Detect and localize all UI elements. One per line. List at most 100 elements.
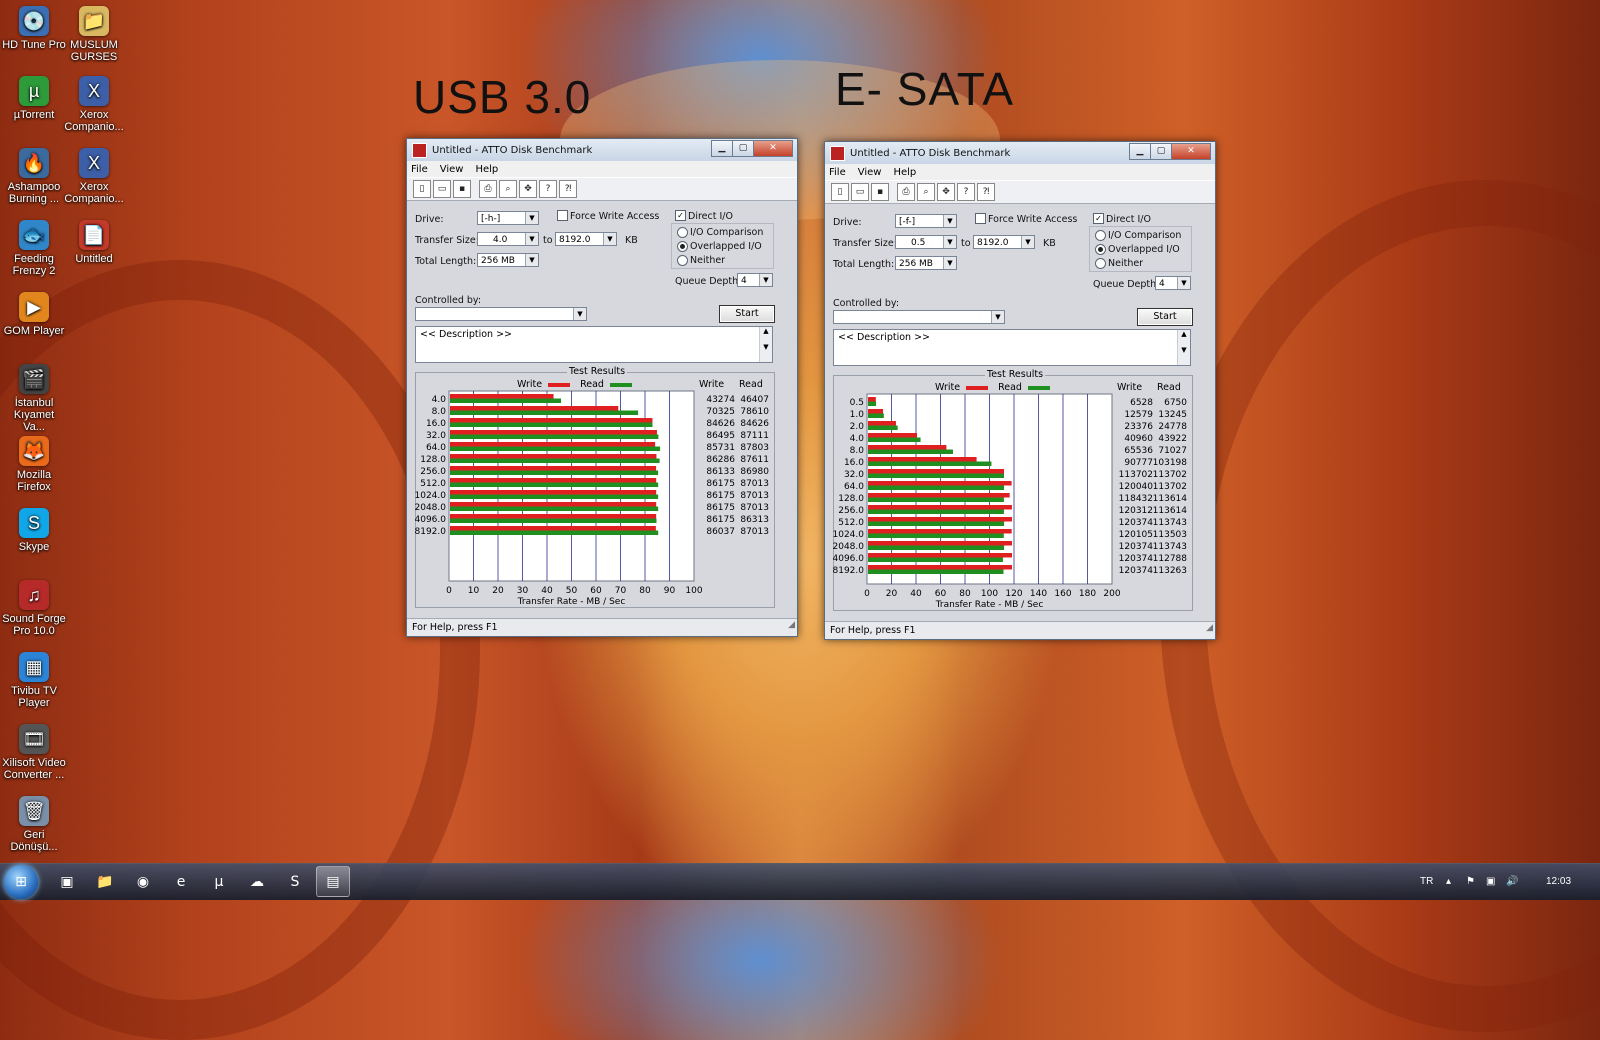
taskbar-skype-icon[interactable]: S bbox=[278, 866, 312, 897]
total-length-select[interactable]: 256 MB ▼ bbox=[477, 253, 539, 267]
start-button[interactable]: Start bbox=[719, 305, 775, 323]
save-icon[interactable]: ▪ bbox=[871, 183, 889, 201]
atto-window[interactable]: Untitled - ATTO Disk Benchmark ▁ ▢ ✕ Fil… bbox=[824, 141, 1216, 640]
desktop-icon[interactable]: ▶ GOM Player bbox=[2, 292, 66, 337]
print-preview-icon[interactable]: ⌕ bbox=[499, 180, 517, 198]
help-icon[interactable]: ? bbox=[957, 183, 975, 201]
move-icon[interactable]: ✥ bbox=[937, 183, 955, 201]
menu-help[interactable]: Help bbox=[893, 167, 916, 178]
clock[interactable]: 12:03 bbox=[1546, 864, 1571, 900]
taskbar-atto-benchmark-icon[interactable]: ▤ bbox=[316, 866, 350, 897]
chevron-down-icon[interactable]: ▼ bbox=[525, 254, 538, 266]
scrollbar[interactable]: ▲ ▼ bbox=[759, 327, 772, 362]
chevron-down-icon[interactable]: ▼ bbox=[603, 233, 616, 245]
title-bar[interactable]: Untitled - ATTO Disk Benchmark ▁ ▢ ✕ bbox=[825, 142, 1215, 164]
desktop-icon[interactable]: 🦊 Mozilla Firefox bbox=[2, 436, 66, 493]
controlled-by-select[interactable]: ▼ bbox=[833, 310, 1005, 324]
minimize-button[interactable]: ▁ bbox=[1129, 142, 1150, 160]
open-icon[interactable]: ▭ bbox=[433, 180, 451, 198]
force-write-checkbox[interactable] bbox=[557, 210, 568, 221]
taskbar-utorrent-icon[interactable]: µ bbox=[202, 866, 236, 897]
desktop-icon[interactable]: 🐟 Feeding Frenzy 2 bbox=[2, 220, 66, 277]
description-box[interactable]: << Description >> ▲ ▼ bbox=[833, 329, 1191, 366]
close-button[interactable]: ✕ bbox=[753, 139, 793, 157]
desktop-icon[interactable]: S Skype bbox=[2, 508, 66, 553]
title-bar[interactable]: Untitled - ATTO Disk Benchmark ▁ ▢ ✕ bbox=[407, 139, 797, 161]
new-icon[interactable]: ▯ bbox=[413, 180, 431, 198]
transfer-to-select[interactable]: 8192.0 ▼ bbox=[555, 232, 617, 246]
neither-radio[interactable] bbox=[1095, 258, 1106, 269]
taskbar-network-icon[interactable]: ☁ bbox=[240, 866, 274, 897]
transfer-to-select[interactable]: 8192.0 ▼ bbox=[973, 235, 1035, 249]
close-button[interactable]: ✕ bbox=[1171, 142, 1211, 160]
transfer-from-select[interactable]: 0.5 ▼ bbox=[895, 235, 957, 249]
chevron-down-icon[interactable]: ▼ bbox=[943, 236, 956, 248]
taskbar-explorer-icon[interactable]: 📁 bbox=[88, 866, 122, 897]
io-comparison-radio[interactable] bbox=[677, 227, 688, 238]
resize-grip-icon[interactable]: ◢ bbox=[1206, 620, 1213, 637]
maximize-button[interactable]: ▢ bbox=[732, 139, 753, 157]
direct-io-checkbox[interactable]: ✓ bbox=[1093, 213, 1104, 224]
language-indicator[interactable]: TR bbox=[1420, 864, 1433, 900]
chevron-down-icon[interactable]: ▼ bbox=[1021, 236, 1034, 248]
volume-icon[interactable]: 🔊 bbox=[1506, 864, 1518, 900]
menu-view[interactable]: View bbox=[440, 164, 464, 175]
taskbar-firefox-icon[interactable]: ◉ bbox=[126, 866, 160, 897]
atto-window[interactable]: Untitled - ATTO Disk Benchmark ▁ ▢ ✕ Fil… bbox=[406, 138, 798, 637]
context-help-icon[interactable]: ⁈ bbox=[977, 183, 995, 201]
scrollbar[interactable]: ▲ ▼ bbox=[1177, 330, 1190, 365]
direct-io-checkbox[interactable]: ✓ bbox=[675, 210, 686, 221]
context-help-icon[interactable]: ⁈ bbox=[559, 180, 577, 198]
desktop-icon[interactable]: 📄 Untitled bbox=[62, 220, 126, 265]
chevron-down-icon[interactable]: ▼ bbox=[525, 212, 538, 224]
start-button[interactable]: Start bbox=[1137, 308, 1193, 326]
menu-view[interactable]: View bbox=[858, 167, 882, 178]
desktop-icon[interactable]: X Xerox Companio... bbox=[62, 76, 126, 133]
print-preview-icon[interactable]: ⌕ bbox=[917, 183, 935, 201]
resize-grip-icon[interactable]: ◢ bbox=[788, 617, 795, 634]
taskbar-media-center-icon[interactable]: ▣ bbox=[50, 866, 84, 897]
drive-select[interactable]: [-h-] ▼ bbox=[477, 211, 539, 225]
menu-help[interactable]: Help bbox=[475, 164, 498, 175]
overlapped-io-radio[interactable] bbox=[1095, 244, 1106, 255]
maximize-button[interactable]: ▢ bbox=[1150, 142, 1171, 160]
menu-file[interactable]: File bbox=[411, 164, 428, 175]
desktop-icon[interactable]: ♫ Sound Forge Pro 10.0 bbox=[2, 580, 66, 637]
minimize-button[interactable]: ▁ bbox=[711, 139, 732, 157]
chevron-down-icon[interactable]: ▼ bbox=[991, 311, 1004, 323]
desktop-icon[interactable]: 🔥 Ashampoo Burning ... bbox=[2, 148, 66, 205]
start-button[interactable]: ⊞ bbox=[4, 865, 38, 899]
chevron-down-icon[interactable]: ▼ bbox=[759, 274, 772, 286]
print-icon[interactable]: ⎙ bbox=[479, 180, 497, 198]
open-icon[interactable]: ▭ bbox=[851, 183, 869, 201]
network-icon[interactable]: ▣ bbox=[1486, 864, 1495, 900]
save-icon[interactable]: ▪ bbox=[453, 180, 471, 198]
tray-arrow-icon[interactable]: ▴ bbox=[1446, 864, 1451, 900]
desktop-icon[interactable]: 🗑 Geri Dönüşü... bbox=[2, 796, 66, 853]
flag-icon[interactable]: ⚑ bbox=[1466, 864, 1475, 900]
description-box[interactable]: << Description >> ▲ ▼ bbox=[415, 326, 773, 363]
desktop-icon[interactable]: X Xerox Companio... bbox=[62, 148, 126, 205]
total-length-select[interactable]: 256 MB ▼ bbox=[895, 256, 957, 270]
controlled-by-select[interactable]: ▼ bbox=[415, 307, 587, 321]
chevron-down-icon[interactable]: ▼ bbox=[1177, 277, 1190, 289]
desktop-icon[interactable]: 🎬 İstanbul Kıyamet Va... bbox=[2, 364, 66, 433]
force-write-checkbox[interactable] bbox=[975, 213, 986, 224]
desktop-icon[interactable]: 💿 HD Tune Pro bbox=[2, 6, 66, 51]
overlapped-io-radio[interactable] bbox=[677, 241, 688, 252]
print-icon[interactable]: ⎙ bbox=[897, 183, 915, 201]
queue-depth-select[interactable]: 4 ▼ bbox=[737, 273, 773, 287]
desktop-icon[interactable]: 📁 MUSLUM GURSES bbox=[62, 6, 126, 63]
desktop-icon[interactable]: 🎞 Xilisoft Video Converter ... bbox=[2, 724, 66, 781]
move-icon[interactable]: ✥ bbox=[519, 180, 537, 198]
transfer-from-select[interactable]: 4.0 ▼ bbox=[477, 232, 539, 246]
chevron-down-icon[interactable]: ▼ bbox=[943, 257, 956, 269]
desktop-icon[interactable]: ▦ Tivibu TV Player bbox=[2, 652, 66, 709]
neither-radio[interactable] bbox=[677, 255, 688, 266]
io-comparison-radio[interactable] bbox=[1095, 230, 1106, 241]
new-icon[interactable]: ▯ bbox=[831, 183, 849, 201]
chevron-down-icon[interactable]: ▼ bbox=[525, 233, 538, 245]
menu-file[interactable]: File bbox=[829, 167, 846, 178]
drive-select[interactable]: [-f-] ▼ bbox=[895, 214, 957, 228]
chevron-down-icon[interactable]: ▼ bbox=[943, 215, 956, 227]
